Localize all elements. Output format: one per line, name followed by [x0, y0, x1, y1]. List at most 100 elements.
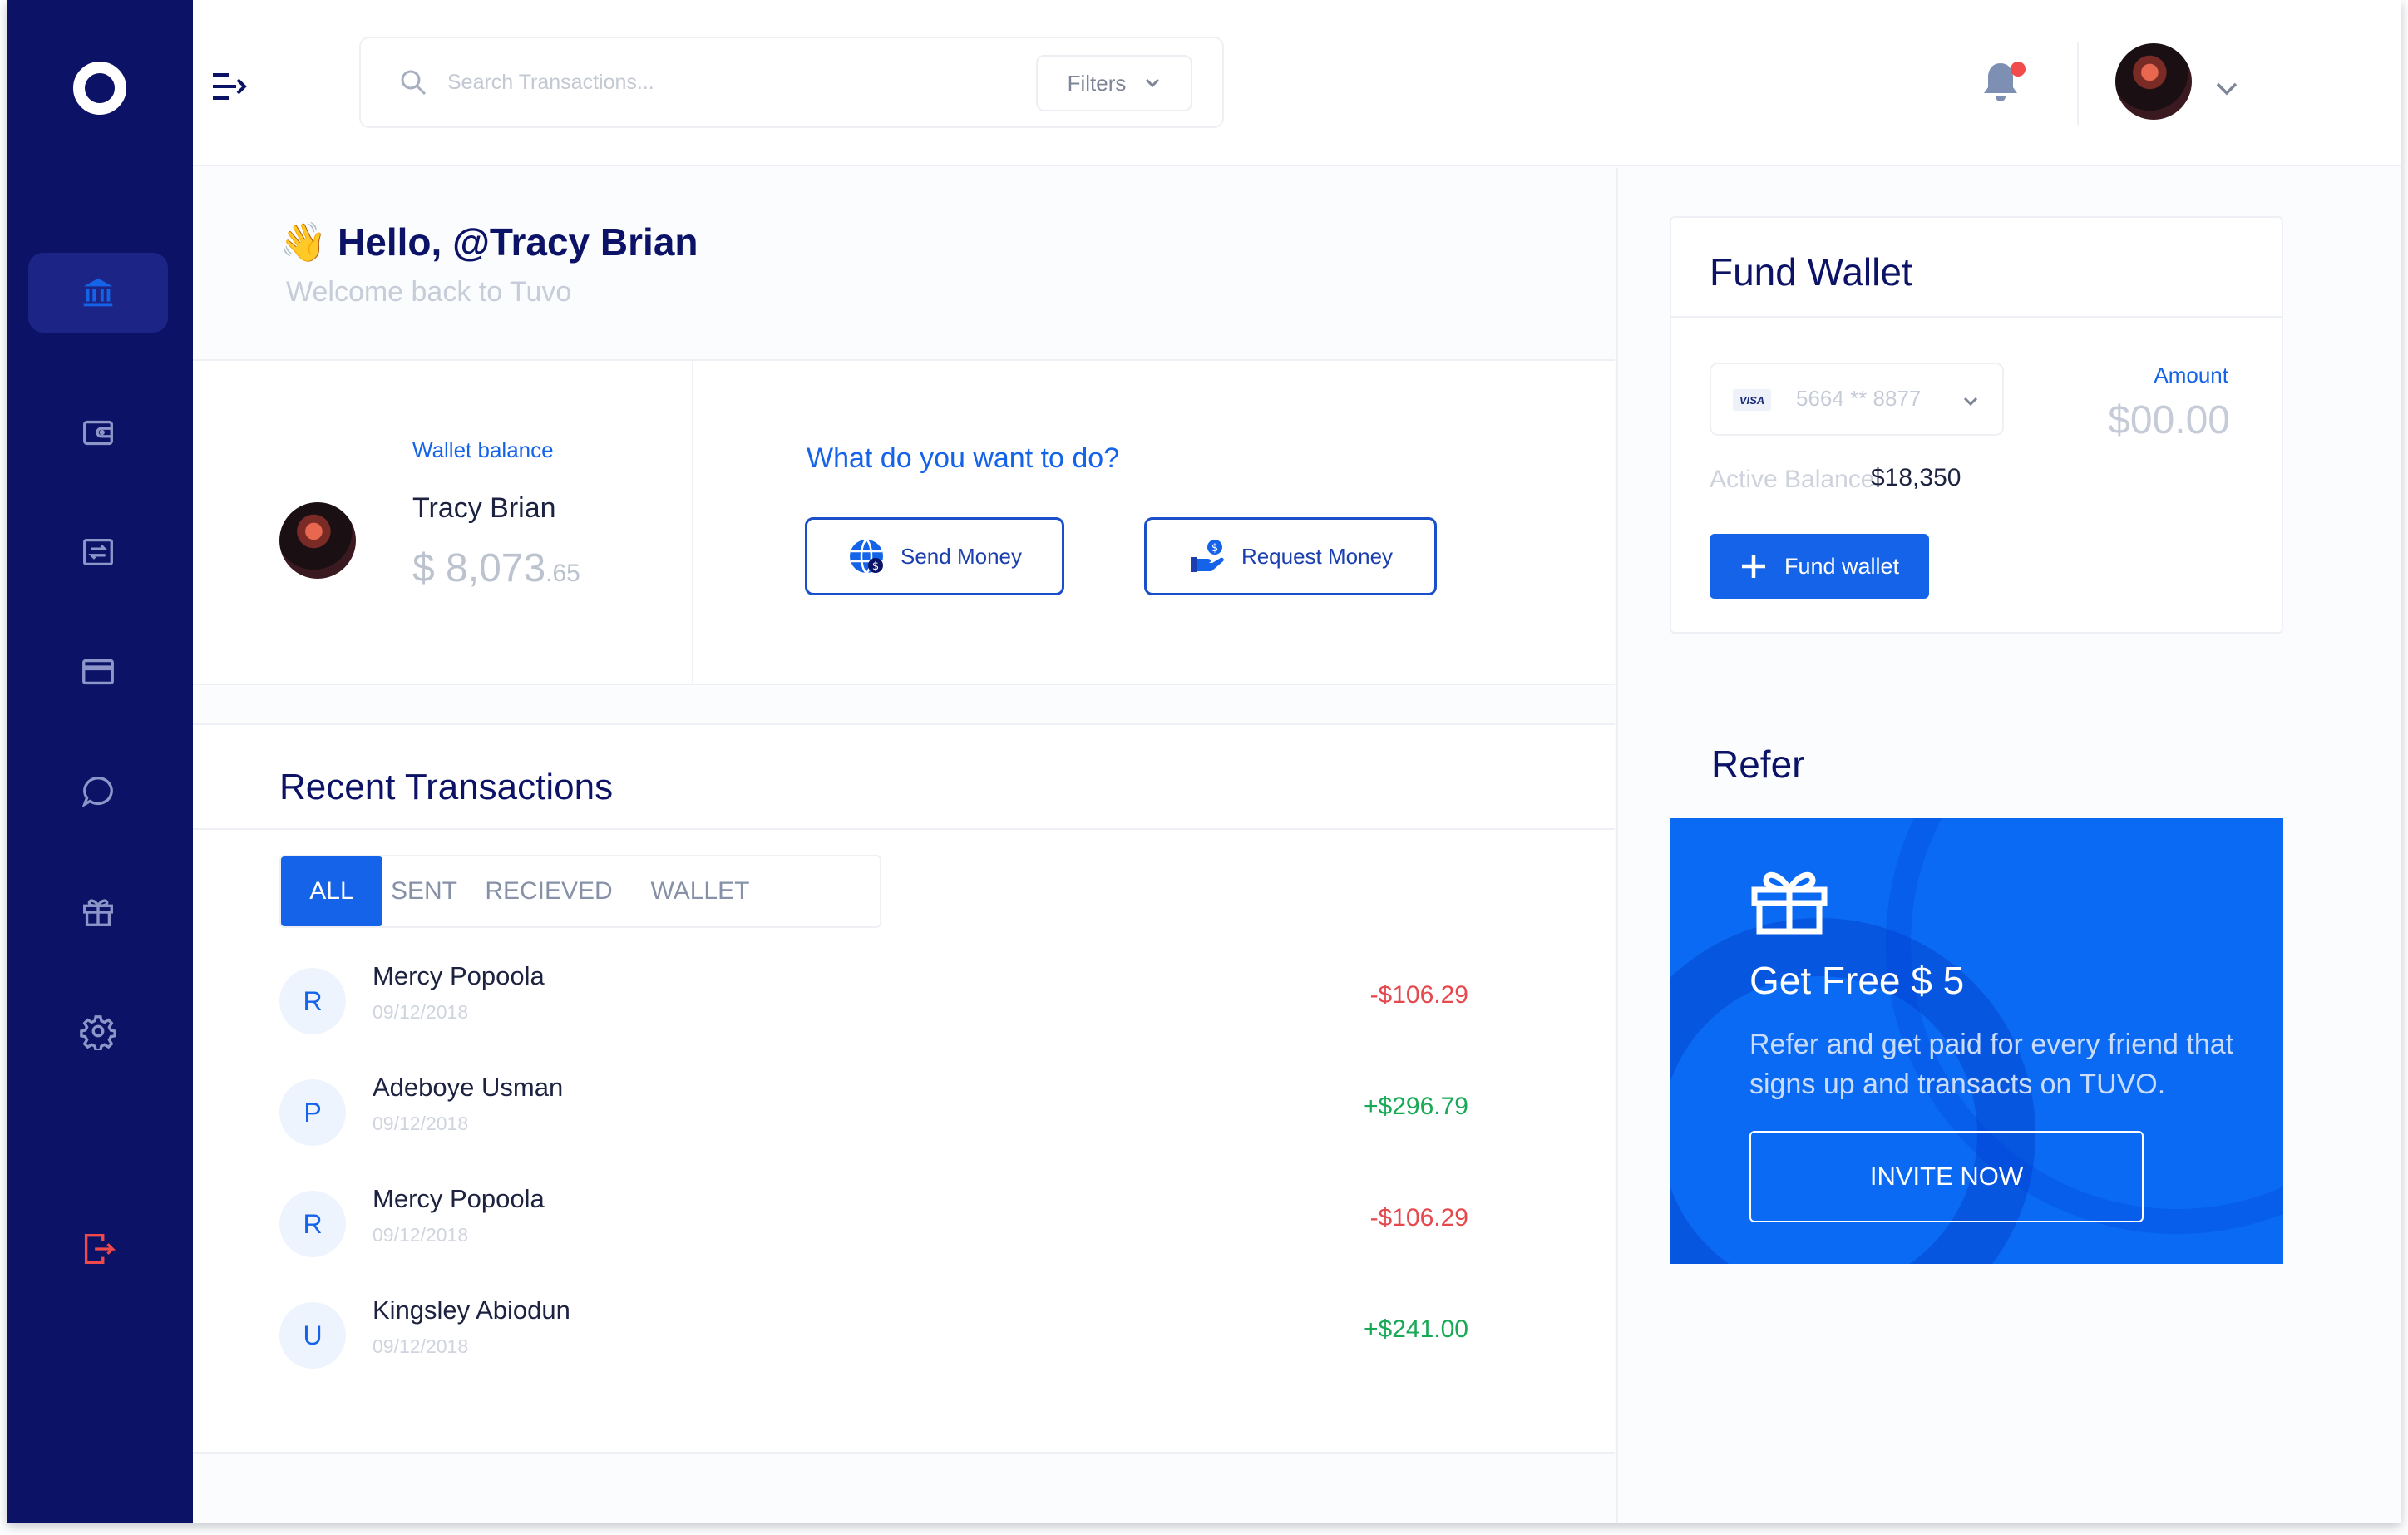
chevron-down-icon[interactable] [2215, 81, 2238, 96]
invite-now-button[interactable]: INVITE NOW [1749, 1131, 2144, 1222]
recent-transactions-panel: Recent Transactions ALL SENT RECIEVED WA… [193, 723, 1615, 1454]
transaction-row[interactable]: R Mercy Popoola 09/12/2018 -$106.29 [279, 1181, 1468, 1292]
wallet-icon [83, 420, 113, 446]
transaction-name: Kingsley Abiodun [373, 1296, 570, 1325]
actions-heading: What do you want to do? [807, 442, 1120, 474]
transaction-name: Mercy Popoola [373, 961, 545, 990]
fund-wallet-card: Fund Wallet VISA 5664 ** 8877 Amount $00… [1670, 216, 2283, 634]
refer-description: Refer and get paid for every friend that… [1749, 1029, 2234, 1100]
nav-messages[interactable] [28, 752, 168, 832]
right-panel: Fund Wallet VISA 5664 ** 8877 Amount $00… [1616, 168, 2401, 1523]
nav-logout[interactable] [28, 1209, 168, 1289]
greeting-subtitle: Welcome back to Tuvo [286, 276, 572, 308]
balance-cents: .65 [545, 560, 580, 587]
settings-icon [80, 1015, 116, 1050]
amount-input[interactable]: $00.00 [2108, 397, 2230, 443]
top-bar: Filters [193, 0, 2401, 166]
logo[interactable] [73, 62, 126, 115]
wallet-balance-card: Wallet balance Tracy Brian $ 8,073.65 Wh… [193, 359, 1615, 685]
search-icon [401, 70, 427, 96]
visa-logo: VISA [1733, 389, 1771, 411]
send-money-label: Send Money [901, 543, 1022, 569]
nav-wallet[interactable] [28, 392, 168, 472]
transaction-date: 09/12/2018 [373, 1335, 469, 1357]
transaction-initial: P [279, 1079, 346, 1146]
gift-icon [83, 899, 113, 926]
filters-dropdown[interactable]: Filters [1036, 55, 1192, 111]
card-number: 5664 ** 8877 [1796, 386, 1922, 411]
nav-rewards[interactable] [28, 871, 168, 951]
hand-money-icon: $ [1190, 540, 1224, 572]
fund-wallet-label: Fund wallet [1784, 553, 1900, 579]
globe-icon: $ [850, 539, 883, 574]
amount-label: Amount [2154, 363, 2228, 387]
avatar [279, 502, 356, 579]
transaction-name: Mercy Popoola [373, 1184, 545, 1213]
card-icon [82, 659, 114, 685]
svg-text:$: $ [1211, 542, 1218, 555]
card-select[interactable]: VISA 5664 ** 8877 [1710, 363, 2004, 436]
transaction-amount: -$106.29 [1369, 981, 1468, 1009]
nav-dashboard[interactable] [28, 253, 168, 333]
divider [1671, 316, 2282, 318]
transaction-amount: -$106.29 [1369, 1204, 1468, 1231]
divider [692, 361, 693, 684]
nav-settings[interactable] [28, 991, 168, 1071]
active-balance-label: Active Balance [1710, 466, 1875, 493]
chat-icon [81, 777, 113, 808]
greeting-section: 👋 Hello, @Tracy Brian Welcome back to Tu… [193, 168, 1615, 359]
transaction-initial: U [279, 1302, 346, 1369]
balance-main: $ 8,073 [412, 546, 546, 590]
bank-icon [83, 278, 113, 307]
search-input[interactable] [447, 63, 1013, 101]
request-money-button[interactable]: $ Request Money [1144, 517, 1437, 595]
transaction-list: R Mercy Popoola 09/12/2018 -$106.29 P Ad… [279, 958, 1468, 1404]
filters-label: Filters [1067, 70, 1127, 96]
transaction-row[interactable]: R Mercy Popoola 09/12/2018 -$106.29 [279, 958, 1468, 1069]
chevron-down-icon [1963, 397, 1978, 407]
transaction-row[interactable]: P Adeboye Usman 09/12/2018 +$296.79 [279, 1069, 1468, 1181]
transaction-date: 09/12/2018 [373, 1224, 469, 1246]
transaction-date: 09/12/2018 [373, 1113, 469, 1134]
svg-text:$: $ [872, 560, 879, 573]
nav-cards[interactable] [28, 632, 168, 712]
refer-title: Refer [1711, 743, 1805, 786]
transaction-initial: R [279, 1191, 346, 1257]
divider [193, 828, 1615, 830]
app-window: Filters 👋 Hello, @Tracy Brian Welcome ba… [7, 0, 2401, 1523]
sidebar [7, 0, 193, 1523]
refer-card: Get Free $ 5 Refer and get paid for ever… [1670, 818, 2283, 1264]
transaction-name: Adeboye Usman [373, 1073, 564, 1102]
fund-wallet-title: Fund Wallet [1710, 250, 1912, 294]
recent-transactions-title: Recent Transactions [279, 767, 614, 807]
gift-icon [1751, 871, 1828, 935]
tab-sent[interactable]: SENT [382, 856, 466, 926]
transfer-icon [83, 538, 113, 566]
nav-transfer[interactable] [28, 512, 168, 592]
chevron-down-icon [1146, 78, 1160, 88]
fund-wallet-button[interactable]: Fund wallet [1710, 534, 1929, 599]
send-money-button[interactable]: $ Send Money [805, 517, 1064, 595]
request-money-label: Request Money [1241, 543, 1394, 569]
profile-avatar[interactable] [2115, 43, 2192, 120]
transaction-row[interactable]: U Kingsley Abiodun 09/12/2018 +$241.00 [279, 1292, 1468, 1404]
menu-toggle-icon[interactable] [211, 70, 248, 103]
transaction-tabs: ALL SENT RECIEVED WALLET [279, 855, 881, 928]
tab-received[interactable]: RECIEVED [466, 856, 632, 926]
transaction-initial: R [279, 968, 346, 1034]
plus-icon [1741, 555, 1765, 578]
transaction-amount: +$241.00 [1364, 1315, 1468, 1343]
logout-icon [84, 1234, 116, 1264]
notification-badge [2011, 62, 2026, 77]
transaction-date: 09/12/2018 [373, 1001, 469, 1023]
active-balance-value: $18,350 [1871, 464, 1961, 491]
search-bar: Filters [359, 37, 1224, 128]
wallet-owner-name: Tracy Brian [412, 492, 556, 524]
refer-heading: Get Free $ 5 [1749, 959, 1965, 1002]
transaction-amount: +$296.79 [1364, 1093, 1468, 1120]
wallet-balance-label: Wallet balance [412, 437, 554, 462]
wallet-balance-amount: $ 8,073.65 [412, 545, 580, 591]
tab-all[interactable]: ALL [281, 856, 382, 926]
tab-wallet[interactable]: WALLET [632, 856, 768, 926]
greeting-title: 👋 Hello, @Tracy Brian [279, 220, 698, 264]
